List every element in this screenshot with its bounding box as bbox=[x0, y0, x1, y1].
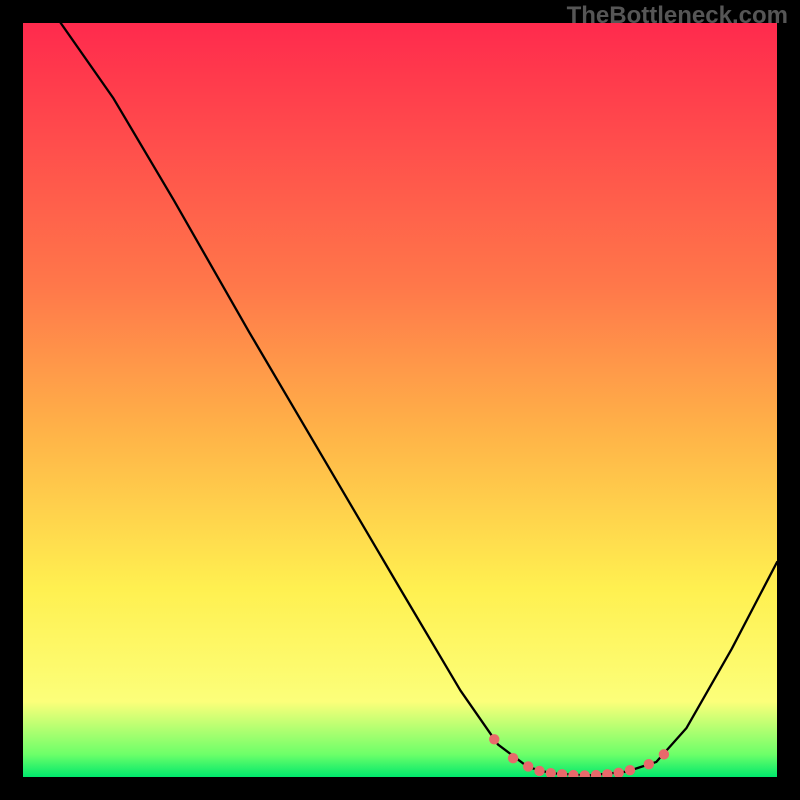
chart-frame: TheBottleneck.com bbox=[0, 0, 800, 800]
plot-area bbox=[23, 23, 777, 777]
watermark-text: TheBottleneck.com bbox=[567, 2, 788, 30]
chart-svg bbox=[23, 23, 777, 777]
